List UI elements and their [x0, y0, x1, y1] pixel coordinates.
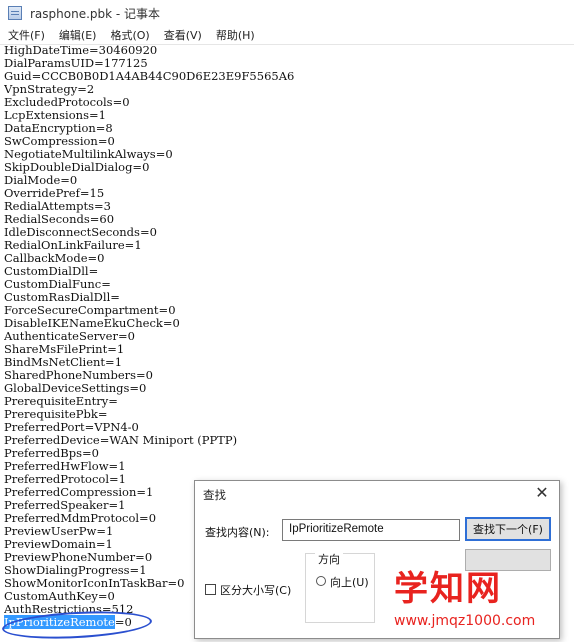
window-title: rasphone.pbk - 记事本 [30, 6, 161, 21]
direction-up-radio[interactable] [316, 576, 326, 586]
find-what-label: 查找内容(N): [205, 526, 270, 539]
find-what-input[interactable]: IpPrioritizeRemote [282, 519, 460, 541]
text-line: SkipDoubleDialDialog=0 [4, 160, 150, 174]
close-icon[interactable]: ✕ [533, 484, 551, 502]
watermark-url: www.jmqz1000.com [394, 613, 536, 629]
match-case-checkbox[interactable] [205, 584, 216, 595]
find-next-button[interactable]: 查找下一个(F) [465, 517, 551, 541]
find-dialog-title: 查找 [203, 488, 226, 502]
menu-format[interactable]: 格式(O) [110, 27, 149, 43]
watermark-logo-text: 学知网 [394, 569, 502, 609]
menu-view[interactable]: 查看(V) [164, 27, 202, 43]
menu-bar: 文件(F) 编辑(E) 格式(O) 查看(V) 帮助(H) [0, 26, 574, 45]
match-case-label: 区分大小写(C) [220, 584, 292, 597]
direction-label: 方向 [315, 551, 343, 567]
direction-up-label: 向上(U) [330, 576, 369, 589]
menu-file[interactable]: 文件(F) [8, 27, 45, 43]
title-bar: rasphone.pbk - 记事本 [0, 0, 574, 26]
watermark: 学知网 www.jmqz1000.com [370, 555, 570, 639]
notepad-icon [8, 6, 22, 20]
menu-help[interactable]: 帮助(H) [216, 27, 255, 43]
menu-edit[interactable]: 编辑(E) [59, 27, 97, 43]
